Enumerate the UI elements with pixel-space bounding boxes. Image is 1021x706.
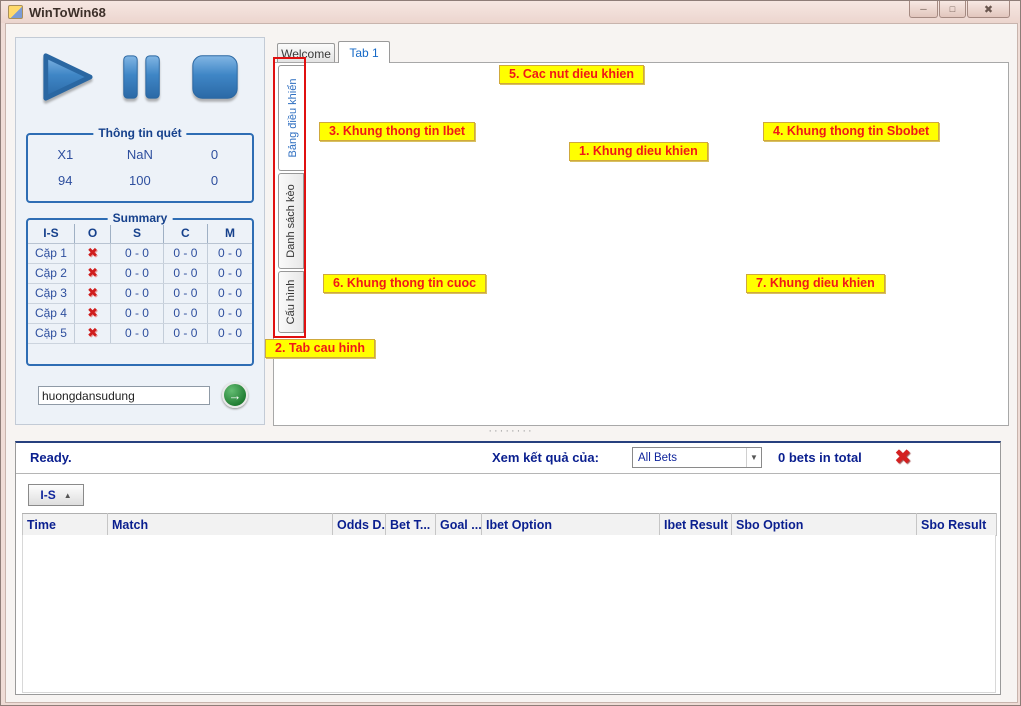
- col-header-time[interactable]: Time: [23, 514, 108, 536]
- scan-value: X1: [28, 147, 103, 162]
- scan-value: 0: [177, 147, 252, 162]
- annotation-3: 3. Khung thong tin Ibet: [319, 122, 475, 141]
- tab-welcome[interactable]: Welcome: [277, 43, 335, 63]
- scan-value: 100: [103, 173, 178, 188]
- summary-row: Cặp 2 ✖ 0 - 0 0 - 0 0 - 0: [28, 263, 252, 283]
- side-tab-cau-hinh[interactable]: Cấu hình: [278, 271, 304, 333]
- cross-icon: ✖: [87, 285, 98, 300]
- summary-table: I-S O S C M Cặp 1 ✖ 0 - 0 0 - 0 0 - 0 Cặ…: [28, 224, 252, 344]
- pause-button[interactable]: [118, 50, 166, 104]
- tab1-page: [273, 62, 1009, 426]
- summary-header: O: [74, 224, 110, 243]
- is-sort-button[interactable]: I-S ▲: [28, 484, 84, 506]
- annotation-6: 6. Khung thong tin cuoc: [323, 274, 486, 293]
- summary-header: S: [111, 224, 163, 243]
- bets-total-text: 0 bets in total: [778, 450, 862, 465]
- summary-row: Cặp 5 ✖ 0 - 0 0 - 0 0 - 0: [28, 323, 252, 343]
- tab-tab1[interactable]: Tab 1: [338, 41, 390, 63]
- col-header-goal[interactable]: Goal ...: [436, 514, 482, 536]
- go-arrow-icon: →: [229, 388, 242, 403]
- app-window: WinToWin68 ─ □ ✖ Thông tin quét: [0, 0, 1021, 706]
- annotation-7: 7. Khung dieu khien: [746, 274, 885, 293]
- cross-icon: ✖: [87, 265, 98, 280]
- scan-value: 94: [28, 173, 103, 188]
- scan-info-group: Thông tin quét X1 NaN 0 94 100 0: [26, 133, 254, 203]
- scan-value: 0: [177, 173, 252, 188]
- results-table-body: [22, 535, 996, 693]
- annotation-1: 1. Khung dieu khien: [569, 142, 708, 161]
- window-title: WinToWin68: [29, 5, 106, 20]
- bets-filter-dropdown[interactable]: All Bets ▼: [632, 447, 762, 468]
- scan-info-title: Thông tin quét: [93, 126, 186, 140]
- pair-label: Cặp 4: [28, 303, 74, 323]
- cross-icon: ✖: [87, 305, 98, 320]
- filter-label: Xem kết quả của:: [492, 450, 599, 465]
- col-header-ibet-option[interactable]: Ibet Option: [482, 514, 660, 536]
- summary-title: Summary: [108, 211, 173, 225]
- summary-header: M: [208, 224, 252, 243]
- cross-icon: ✖: [87, 245, 98, 260]
- pair-label: Cặp 5: [28, 323, 74, 343]
- splitter-handle[interactable]: ········: [471, 425, 551, 437]
- results-panel: Ready. Xem kết quả của: All Bets ▼ 0 bet…: [15, 441, 1001, 695]
- summary-row: Cặp 1 ✖ 0 - 0 0 - 0 0 - 0: [28, 243, 252, 263]
- start-button[interactable]: [38, 50, 96, 104]
- side-tab-danh-sach-keo[interactable]: Danh sách kèo: [278, 173, 304, 269]
- results-table: Time Match Odds D... Bet T... Goal ... I…: [22, 513, 997, 536]
- cross-icon: ✖: [87, 325, 98, 340]
- clear-results-icon[interactable]: ✖: [894, 445, 912, 470]
- col-header-match[interactable]: Match: [108, 514, 333, 536]
- col-header-sbo-result[interactable]: Sbo Result: [917, 514, 997, 536]
- guide-link-input[interactable]: [38, 386, 210, 405]
- title-bar: WinToWin68 ─ □ ✖: [1, 1, 1020, 23]
- summary-row: Cặp 4 ✖ 0 - 0 0 - 0 0 - 0: [28, 303, 252, 323]
- pair-label: Cặp 3: [28, 283, 74, 303]
- annotation-2: 2. Tab cau hinh: [265, 339, 375, 358]
- col-header-ibet-result[interactable]: Ibet Result: [660, 514, 732, 536]
- minimize-button[interactable]: ─: [909, 1, 938, 18]
- go-button[interactable]: →: [222, 382, 248, 408]
- results-status-text: Ready.: [30, 450, 72, 465]
- left-control-panel: Thông tin quét X1 NaN 0 94 100 0 Summary: [15, 37, 265, 425]
- annotation-4: 4. Khung thong tin Sbobet: [763, 122, 939, 141]
- app-icon: [8, 5, 23, 19]
- summary-row: Cặp 3 ✖ 0 - 0 0 - 0 0 - 0: [28, 283, 252, 303]
- stop-button[interactable]: [188, 50, 242, 104]
- col-header-odds[interactable]: Odds D...: [333, 514, 386, 536]
- dropdown-arrow-icon: ▼: [746, 448, 761, 467]
- pair-label: Cặp 1: [28, 243, 74, 263]
- scan-value: NaN: [103, 147, 178, 162]
- annotation-5: 5. Cac nut dieu khien: [499, 65, 644, 84]
- maximize-button[interactable]: □: [939, 1, 966, 18]
- close-button[interactable]: ✖: [967, 1, 1010, 18]
- col-header-bet-type[interactable]: Bet T...: [386, 514, 436, 536]
- sort-up-icon: ▲: [64, 491, 72, 500]
- summary-header: C: [163, 224, 207, 243]
- side-tab-bang-dieu-khien[interactable]: Bảng điều khiển: [278, 65, 306, 171]
- summary-group: Summary I-S O S C M Cặp 1 ✖ 0 - 0 0 - 0 …: [26, 218, 254, 366]
- col-header-sbo-option[interactable]: Sbo Option: [732, 514, 917, 536]
- summary-header: I-S: [28, 224, 74, 243]
- pair-label: Cặp 2: [28, 263, 74, 283]
